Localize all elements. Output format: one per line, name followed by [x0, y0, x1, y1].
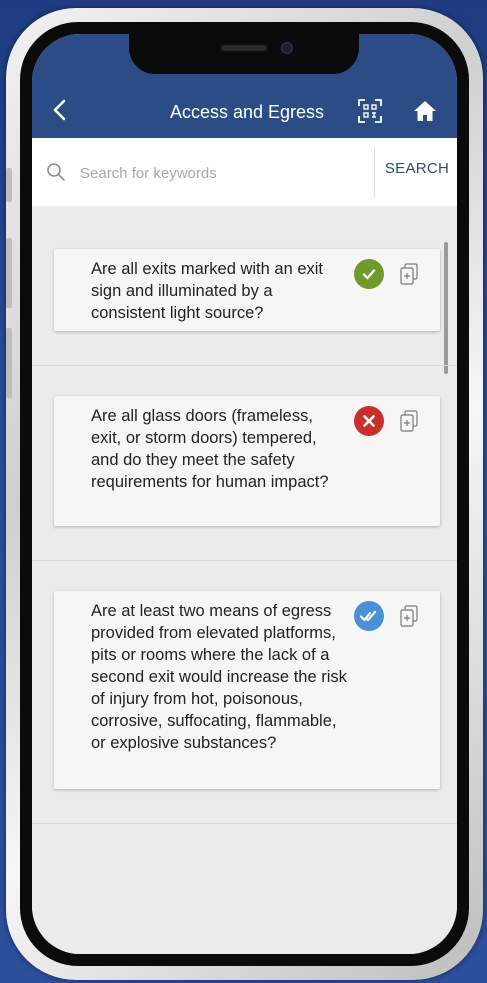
- copy-add-icon[interactable]: [400, 410, 418, 432]
- double-check-icon: [359, 610, 377, 622]
- section-divider: [32, 560, 457, 561]
- status-reviewed-button[interactable]: [354, 601, 384, 631]
- cross-icon: [363, 415, 375, 427]
- section-divider: [32, 365, 457, 366]
- copy-add-icon[interactable]: [400, 605, 418, 627]
- volume-up-button: [6, 238, 12, 308]
- search-bar: SEARCH: [32, 138, 457, 206]
- search-button[interactable]: SEARCH: [378, 160, 456, 177]
- question-text: Are all glass doors (frameless, exit, or…: [91, 407, 329, 491]
- question-card[interactable]: Are at least two means of egress provide…: [54, 591, 440, 789]
- question-card[interactable]: Are all glass doors (frameless, exit, or…: [54, 396, 440, 526]
- front-camera: [281, 42, 293, 54]
- home-icon: [414, 101, 436, 121]
- status-passed-button[interactable]: [354, 259, 384, 289]
- search-input[interactable]: [78, 160, 382, 186]
- status-failed-button[interactable]: [354, 406, 384, 436]
- scrollbar[interactable]: [444, 242, 448, 374]
- check-icon: [362, 269, 376, 280]
- section-divider: [32, 823, 457, 824]
- chevron-left-icon: [53, 99, 66, 121]
- question-list[interactable]: Are all exits marked with an exit sign a…: [32, 206, 457, 954]
- speaker-grille: [221, 45, 267, 51]
- mute-switch: [6, 168, 12, 202]
- back-button[interactable]: [50, 98, 72, 122]
- search-icon: [47, 163, 65, 181]
- question-text: Are at least two means of egress provide…: [91, 602, 347, 752]
- volume-down-button: [6, 328, 12, 398]
- search-divider: [374, 148, 375, 198]
- notch: [129, 34, 359, 74]
- question-card[interactable]: Are all exits marked with an exit sign a…: [54, 249, 440, 331]
- phone-screen: Access and Egress Search for keywords SE…: [32, 34, 457, 954]
- home-button[interactable]: [412, 98, 438, 124]
- phone-bezel: Access and Egress Search for keywords SE…: [20, 22, 469, 966]
- question-text: Are all exits marked with an exit sign a…: [91, 260, 324, 322]
- phone-frame: Access and Egress Search for keywords SE…: [6, 8, 483, 980]
- qr-scan-button[interactable]: [357, 98, 383, 124]
- page-title: Access and Egress: [169, 102, 325, 122]
- qr-scan-icon: [358, 99, 382, 123]
- copy-add-icon[interactable]: [400, 263, 418, 285]
